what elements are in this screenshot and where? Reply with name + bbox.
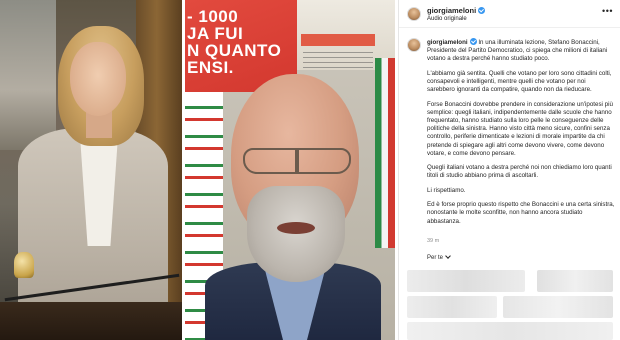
- blurred-comment: [503, 296, 613, 318]
- banner-line-4: ENSI.: [187, 58, 234, 77]
- beard: [247, 186, 345, 282]
- chevron-down-icon[interactable]: [445, 253, 451, 259]
- banner-line-1: - 1000: [187, 7, 239, 26]
- blurred-comment: [407, 296, 497, 318]
- comments-filter-dropdown[interactable]: Per te: [427, 253, 451, 261]
- banner-line-2: JA FUI: [187, 24, 244, 43]
- banner-line-3: N QUANTO: [187, 41, 282, 60]
- background-window: [0, 0, 56, 150]
- blurred-comment: [407, 270, 525, 292]
- caption-paragraph-1: giorgiameloni In una illuminata lezione,…: [427, 38, 615, 64]
- board-red-strip: [301, 34, 375, 46]
- caption-paragraph-3: Forse Bonaccini dovrebbe prendere in con…: [427, 100, 613, 157]
- caption-paragraph-2: L'abbiamo già sentita. Quelli che votano…: [427, 69, 612, 94]
- post-header: giorgiameloni Audio originale •••: [399, 0, 620, 28]
- photo-left-woman-at-podium: [0, 0, 182, 340]
- verified-badge-icon: [469, 38, 477, 45]
- caption-paragraph-5: Li rispettiamo.: [427, 186, 466, 194]
- caption-paragraph-6: Ed è forse proprio questo rispetto che B…: [427, 201, 615, 225]
- verified-badge-icon: [478, 7, 486, 14]
- header-username[interactable]: giorgiameloni: [427, 6, 486, 15]
- blurred-comment: [407, 322, 613, 340]
- post-caption: giorgiameloni In una illuminata lezione,…: [427, 38, 615, 232]
- face: [70, 42, 126, 116]
- audio-label[interactable]: Audio originale: [427, 16, 467, 22]
- glasses: [243, 148, 351, 174]
- bell: [14, 252, 34, 278]
- caption-username[interactable]: giorgiameloni: [427, 39, 468, 46]
- italian-flag: [375, 58, 395, 248]
- caption-paragraph-4: Quegli italiani votano a destra perché n…: [427, 164, 612, 180]
- caption-avatar[interactable]: [407, 38, 421, 52]
- comments-filter-label[interactable]: Per te: [427, 255, 443, 261]
- desk: [0, 302, 182, 340]
- photo-middle-man-selfie-video: - 1000 JA FUI N QUANTO ENSI.: [185, 0, 395, 340]
- more-horizontal-icon[interactable]: •••: [602, 6, 613, 16]
- username-text[interactable]: giorgiameloni: [427, 6, 476, 15]
- post-timestamp: 39 m: [427, 238, 440, 244]
- instagram-post-panel: giorgiameloni Audio originale ••• giorgi…: [398, 0, 620, 340]
- avatar[interactable]: [407, 7, 421, 21]
- blurred-comment: [537, 270, 613, 292]
- board-text-lines: [303, 52, 373, 68]
- mouth: [277, 222, 315, 234]
